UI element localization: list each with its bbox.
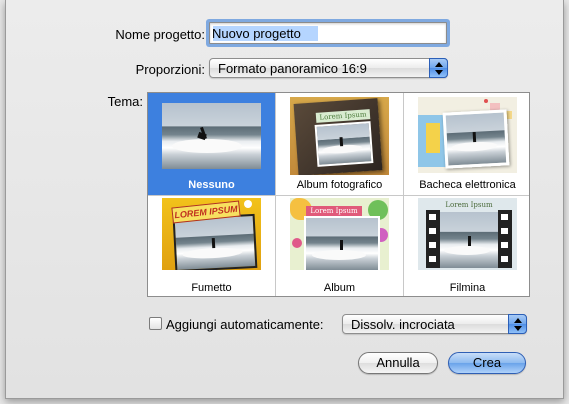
- grid-divider: [148, 195, 529, 196]
- theme-thumbnail: Lorem Ipsum: [290, 198, 389, 270]
- theme-overlay-text: Lorem Ipsum: [306, 206, 362, 216]
- theme-grid: Nessuno Lorem Ipsum Album fotografico Ba…: [147, 92, 530, 297]
- popup-arrows-icon: [508, 314, 527, 334]
- theme-caption: Filmina: [449, 282, 486, 294]
- theme-caption: Album: [323, 282, 356, 294]
- project-name-input[interactable]: [210, 23, 446, 43]
- popup-arrows-icon: [429, 58, 448, 78]
- theme-thumbnail: LOREM IPSUM: [162, 198, 261, 270]
- auto-add-label[interactable]: Aggiungi automaticamente:: [166, 317, 324, 332]
- theme-overlay-text: Lorem Ipsum: [445, 201, 493, 209]
- project-name-field[interactable]: [209, 22, 447, 44]
- transition-value: Dissolv. incrociata: [351, 317, 455, 332]
- theme-caption: Nessuno: [188, 179, 235, 191]
- theme-filmina[interactable]: Lorem Ipsum Filmina: [404, 196, 531, 298]
- theme-thumbnail: [162, 103, 261, 169]
- aspect-ratio-popup[interactable]: Formato panoramico 16:9: [209, 58, 448, 78]
- new-project-sheet: Nome progetto: Proporzioni: Formato pano…: [5, 0, 564, 399]
- create-button[interactable]: Crea: [448, 352, 526, 374]
- theme-thumbnail: [418, 97, 517, 173]
- auto-add-checkbox[interactable]: [149, 317, 162, 330]
- aspect-ratio-value: Formato panoramico 16:9: [218, 61, 367, 76]
- aspect-ratio-label: Proporzioni:: [135, 62, 205, 77]
- theme-caption: Fumetto: [191, 282, 232, 294]
- theme-fumetto[interactable]: LOREM IPSUM Fumetto: [148, 196, 275, 298]
- theme-caption: Bacheca elettronica: [419, 179, 516, 191]
- theme-thumbnail: Lorem Ipsum: [418, 198, 517, 270]
- transition-popup[interactable]: Dissolv. incrociata: [342, 314, 527, 334]
- theme-nessuno[interactable]: Nessuno: [148, 93, 275, 195]
- theme-thumbnail: Lorem Ipsum: [290, 97, 389, 175]
- theme-album[interactable]: Lorem Ipsum Album: [276, 196, 403, 298]
- theme-bacheca-elettronica[interactable]: Bacheca elettronica: [404, 93, 531, 195]
- cancel-button[interactable]: Annulla: [358, 352, 438, 374]
- theme-caption: Album fotografico: [296, 179, 383, 191]
- theme-album-fotografico[interactable]: Lorem Ipsum Album fotografico: [276, 93, 403, 195]
- project-name-label: Nome progetto:: [115, 27, 205, 42]
- theme-label: Tema:: [107, 94, 143, 109]
